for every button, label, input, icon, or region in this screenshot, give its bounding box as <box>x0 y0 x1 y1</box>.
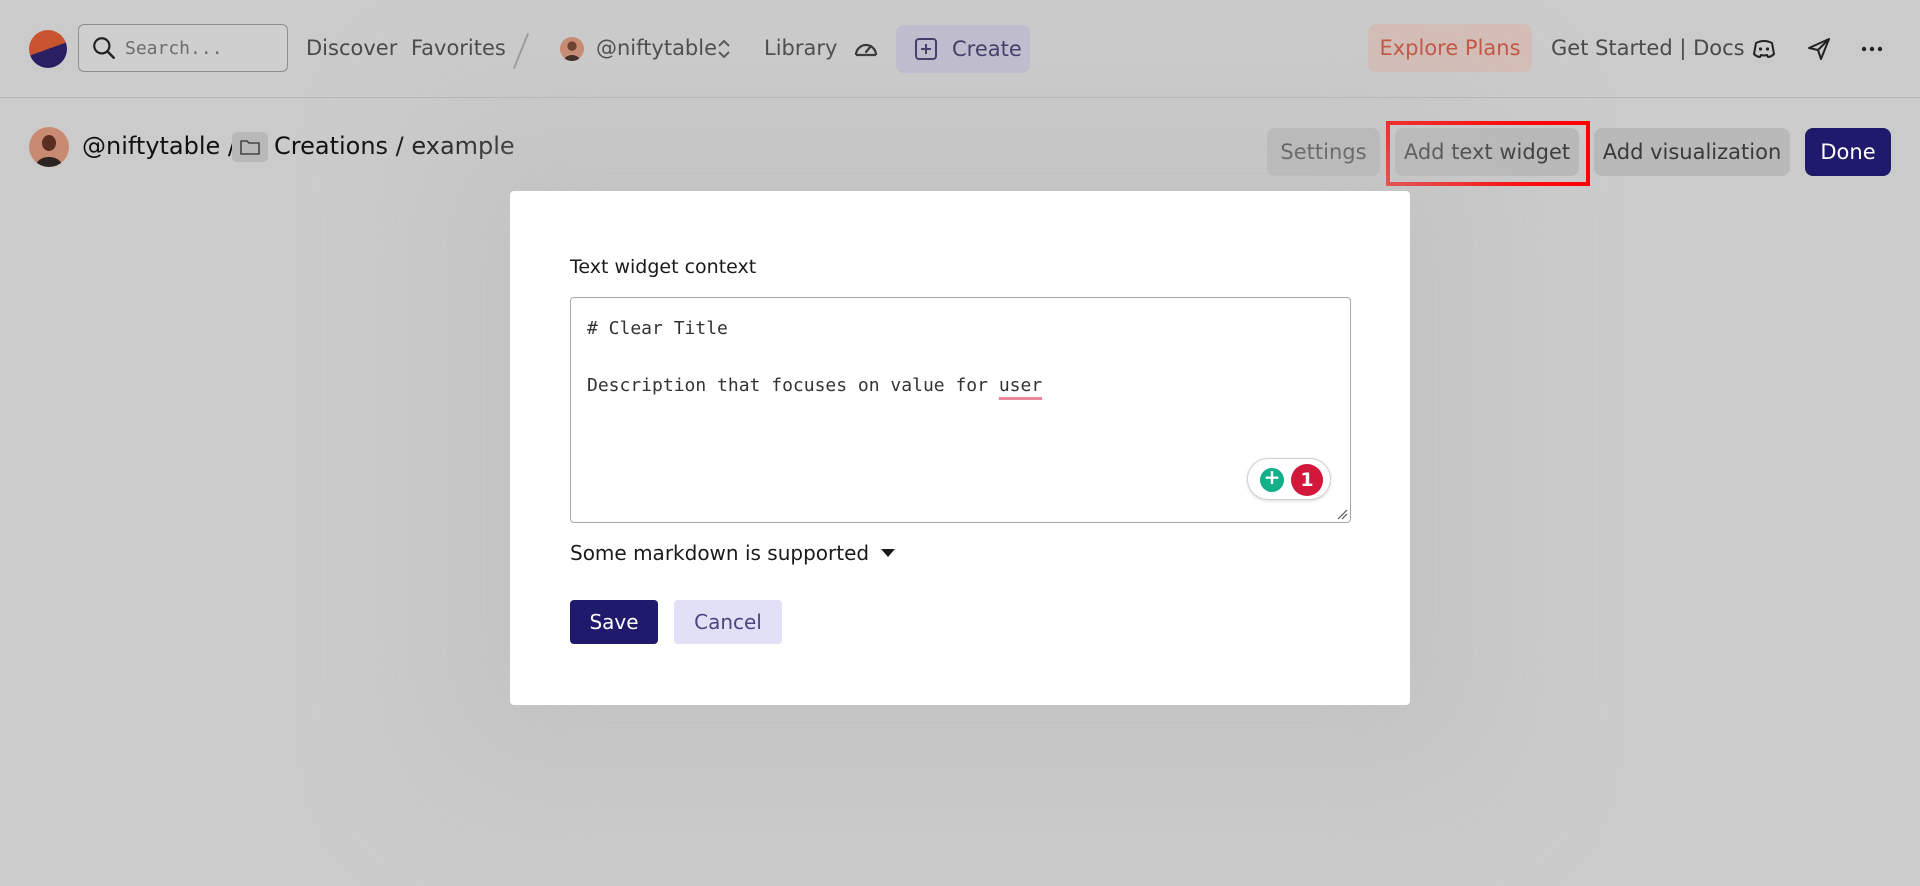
grammar-checker-widget[interactable]: 1 <box>1247 458 1331 500</box>
explore-plans-button[interactable]: Explore Plans <box>1368 24 1532 72</box>
add-text-widget-button[interactable]: Add text widget <box>1395 128 1579 176</box>
app-logo[interactable] <box>29 30 67 68</box>
chevron-updown-icon[interactable] <box>716 38 732 60</box>
markdown-help-label: Some markdown is supported <box>570 541 870 565</box>
nav-favorites[interactable]: Favorites <box>411 36 506 60</box>
settings-button[interactable]: Settings <box>1267 128 1380 176</box>
done-button[interactable]: Done <box>1805 128 1891 176</box>
top-navigation: Discover Favorites @niftytable Library C… <box>0 0 1920 98</box>
add-visualization-button[interactable]: Add visualization <box>1594 128 1790 176</box>
user-avatar[interactable] <box>29 127 69 167</box>
markdown-help-toggle[interactable]: Some markdown is supported <box>570 541 896 565</box>
nav-divider <box>512 33 530 69</box>
spelling-flagged-word[interactable]: user <box>999 375 1042 396</box>
cancel-button[interactable]: Cancel <box>674 600 782 644</box>
create-label: Create <box>952 37 1022 61</box>
search-icon <box>93 37 115 59</box>
textarea-line-2: Description that focuses on value for us… <box>587 375 1043 396</box>
get-started-docs-link[interactable]: Get Started | Docs <box>1551 36 1745 60</box>
breadcrumb-path[interactable]: Creations / example <box>274 132 515 160</box>
account-switcher[interactable]: @niftytable <box>596 36 717 60</box>
breadcrumb-user[interactable]: @niftytable / <box>82 132 236 160</box>
resize-handle-icon[interactable] <box>1336 508 1348 520</box>
search-input[interactable] <box>125 37 275 59</box>
caret-down-icon <box>881 549 896 557</box>
folder-icon <box>232 132 268 162</box>
more-options-icon[interactable] <box>1859 36 1885 62</box>
send-icon[interactable] <box>1806 36 1832 62</box>
grammar-issue-count: 1 <box>1291 464 1323 496</box>
nav-discover[interactable]: Discover <box>306 36 397 60</box>
textarea-line-1: # Clear Title <box>587 318 728 339</box>
account-avatar <box>560 37 584 61</box>
search-box[interactable] <box>78 24 288 72</box>
discord-icon[interactable] <box>1751 36 1777 62</box>
save-button[interactable]: Save <box>570 600 658 644</box>
text-widget-textarea[interactable]: # Clear Title Description that focuses o… <box>570 297 1351 523</box>
modal-field-label: Text widget context <box>570 256 757 278</box>
nav-library[interactable]: Library <box>764 36 837 60</box>
text-widget-modal: Text widget context # Clear Title Descri… <box>510 191 1410 705</box>
plus-square-icon <box>915 38 937 60</box>
create-button[interactable]: Create <box>896 25 1030 73</box>
dashboard-gauge-icon[interactable] <box>853 37 879 61</box>
grammar-bulb-icon <box>1260 465 1284 492</box>
